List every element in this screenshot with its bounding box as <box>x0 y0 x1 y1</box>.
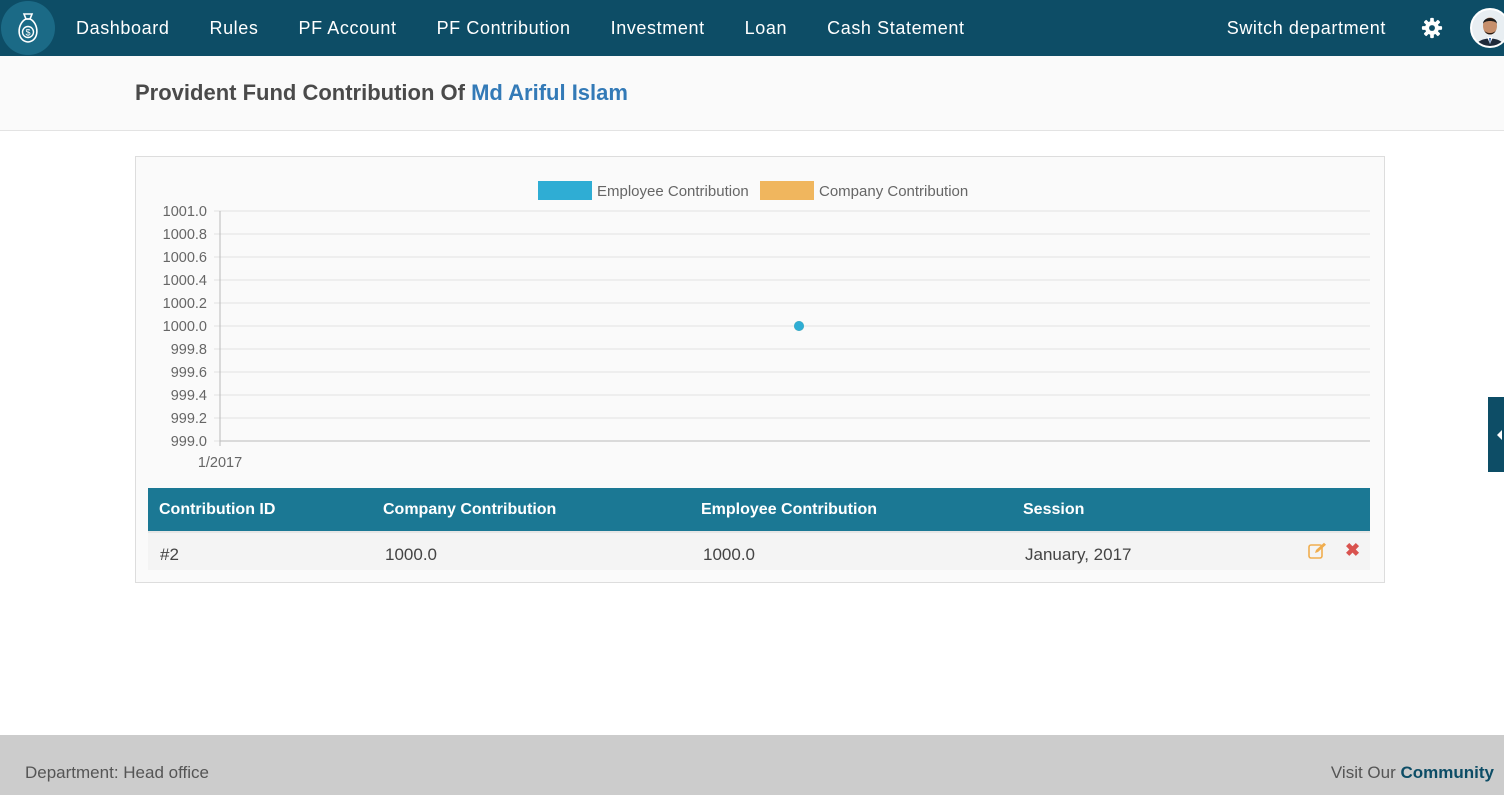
switch-department-link[interactable]: Switch department <box>1227 18 1386 39</box>
side-panel-toggle[interactable] <box>1488 397 1504 472</box>
contribution-chart: Employee Contribution Company Contributio… <box>163 181 1370 471</box>
employee-name[interactable]: Md Ariful Islam <box>471 80 628 105</box>
contribution-table: Contribution ID Company Contribution Emp… <box>148 488 1370 570</box>
y-tick-label-6: 999.8 <box>171 342 207 358</box>
legend-swatch-0 <box>538 181 592 200</box>
nav-rules[interactable]: Rules <box>189 0 278 56</box>
community-link[interactable]: Community <box>1401 763 1495 782</box>
svg-text:$: $ <box>25 28 30 38</box>
table-row: #2 1000.0 1000.0 January, 2017 ✖ <box>148 531 1370 570</box>
legend-label-1: Company Contribution <box>819 183 968 200</box>
y-tick-label-9: 999.2 <box>171 411 207 427</box>
cell-employee-contribution: 1000.0 <box>703 545 755 564</box>
y-tick-label-1: 1000.8 <box>163 227 207 243</box>
page-title: Provident Fund Contribution Of Md Ariful… <box>135 80 628 106</box>
x-tick-label-0: 1/2017 <box>198 455 242 471</box>
edit-icon[interactable] <box>1308 542 1327 564</box>
col-employee-contribution: Employee Contribution <box>701 501 877 518</box>
col-contribution-id: Contribution ID <box>159 501 276 518</box>
contribution-panel: Employee Contribution Company Contributio… <box>135 156 1385 583</box>
col-session: Session <box>1023 501 1085 518</box>
y-tick-label-0: 1001.0 <box>163 204 207 220</box>
legend-swatch-1 <box>760 181 814 200</box>
page-header: Provident Fund Contribution Of Md Ariful… <box>0 56 1504 131</box>
cell-session: January, 2017 <box>1025 545 1132 564</box>
top-navbar: $ Dashboard Rules PF Account PF Contribu… <box>0 0 1504 56</box>
nav-dashboard[interactable]: Dashboard <box>56 0 189 56</box>
y-tick-label-4: 1000.2 <box>163 296 207 312</box>
y-tick-label-5: 1000.0 <box>163 319 207 335</box>
main-menu: Dashboard Rules PF Account PF Contributi… <box>56 0 985 56</box>
nav-pf-contribution[interactable]: PF Contribution <box>417 0 591 56</box>
legend-label-0: Employee Contribution <box>597 183 749 200</box>
footer: Department: Head office Visit Our Commun… <box>0 735 1504 795</box>
cell-company-contribution: 1000.0 <box>385 545 437 564</box>
nav-investment[interactable]: Investment <box>591 0 725 56</box>
nav-loan[interactable]: Loan <box>725 0 807 56</box>
visit-prefix: Visit Our <box>1330 763 1396 782</box>
nav-cash-statement[interactable]: Cash Statement <box>807 0 984 56</box>
y-tick-label-7: 999.6 <box>171 365 207 381</box>
cell-contribution-id: #2 <box>160 545 179 564</box>
col-company-contribution: Company Contribution <box>383 501 557 518</box>
y-tick-label-2: 1000.6 <box>163 250 207 266</box>
footer-visit: Visit Our Community <box>1331 763 1494 783</box>
money-bag-icon[interactable]: $ <box>1 1 55 55</box>
gear-icon[interactable] <box>1420 16 1444 40</box>
data-point-series0-0 <box>794 321 804 331</box>
nav-pf-account[interactable]: PF Account <box>279 0 417 56</box>
nav-right: Switch department <box>1227 0 1504 56</box>
y-tick-label-10: 999.0 <box>171 434 207 450</box>
delete-icon[interactable]: ✖ <box>1345 540 1360 561</box>
y-tick-label-8: 999.4 <box>171 388 207 404</box>
department-label: Department: Head office <box>25 763 209 782</box>
y-tick-label-3: 1000.4 <box>163 273 207 289</box>
page-title-prefix: Provident Fund Contribution Of <box>135 80 465 105</box>
user-avatar[interactable] <box>1470 8 1504 48</box>
table-header: Contribution ID Company Contribution Emp… <box>148 488 1370 531</box>
